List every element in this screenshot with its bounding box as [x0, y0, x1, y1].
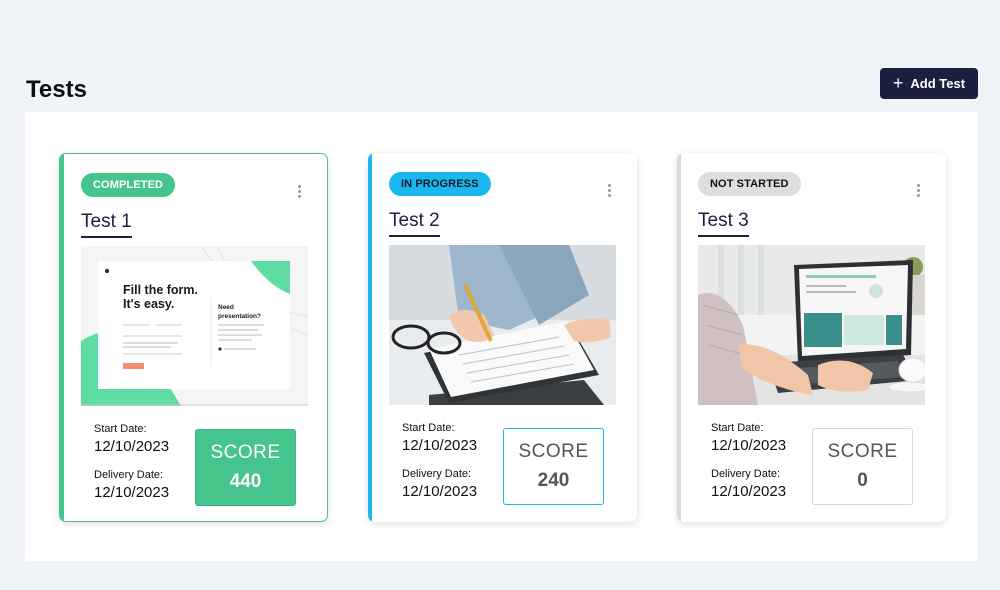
card-accent-stripe — [677, 153, 681, 522]
test-card-2[interactable]: IN PROGRESS Test 2 Start Date: 12/10/202… — [368, 153, 637, 522]
score-box: SCORE 440 — [195, 429, 296, 506]
card-accent-stripe — [368, 153, 372, 522]
status-badge: NOT STARTED — [698, 172, 801, 196]
delivery-date-value: 12/10/2023 — [94, 484, 170, 501]
thumb-headline-1: Fill the form. — [123, 283, 198, 297]
start-date-value: 12/10/2023 — [402, 437, 478, 454]
test-thumbnail-writing-photo — [389, 245, 616, 405]
add-test-button[interactable]: + Add Test — [880, 68, 978, 99]
status-badge: IN PROGRESS — [389, 172, 491, 196]
add-test-label: Add Test — [910, 76, 966, 91]
test-card-3[interactable]: NOT STARTED Test 3 Start Date: 12/10/202… — [677, 153, 946, 522]
status-badge: COMPLETED — [81, 173, 175, 197]
test-title-link[interactable]: Test 1 — [81, 211, 132, 238]
score-value: 240 — [537, 470, 570, 491]
more-options-icon[interactable] — [917, 184, 921, 197]
start-date-label: Start Date: — [94, 423, 147, 435]
start-date-label: Start Date: — [711, 422, 764, 434]
more-options-icon[interactable] — [298, 185, 302, 198]
test-title-link[interactable]: Test 3 — [698, 210, 749, 237]
thumb-headline-2: It's easy. — [123, 297, 174, 311]
plus-icon: + — [892, 72, 904, 93]
start-date-value: 12/10/2023 — [711, 437, 787, 454]
delivery-date-label: Delivery Date: — [94, 469, 164, 481]
test-card-1[interactable]: COMPLETED Test 1 Fill the form. It's eas… — [59, 153, 328, 522]
start-date-label: Start Date: — [402, 422, 455, 434]
card-accent-stripe — [60, 154, 64, 521]
start-date-value: 12/10/2023 — [94, 438, 170, 455]
score-value: 440 — [229, 471, 262, 492]
thumb-side-title-1: Need — [218, 304, 234, 311]
test-thumbnail-form: Fill the form. It's easy. Need presentat… — [81, 246, 308, 406]
score-box: SCORE 0 — [812, 428, 913, 505]
score-label: SCORE — [518, 441, 589, 462]
delivery-date-label: Delivery Date: — [711, 468, 781, 480]
delivery-date-label: Delivery Date: — [402, 468, 472, 480]
page-title: Tests — [26, 76, 87, 103]
score-label: SCORE — [210, 442, 281, 463]
delivery-date-value: 12/10/2023 — [711, 483, 787, 500]
thumb-side-title-2: presentation? — [218, 313, 261, 320]
delivery-date-value: 12/10/2023 — [402, 483, 478, 500]
score-label: SCORE — [827, 441, 898, 462]
score-value: 0 — [857, 470, 868, 491]
test-thumbnail-laptop-photo — [698, 245, 925, 405]
score-box: SCORE 240 — [503, 428, 604, 505]
test-title-link[interactable]: Test 2 — [389, 210, 440, 237]
more-options-icon[interactable] — [608, 184, 612, 197]
